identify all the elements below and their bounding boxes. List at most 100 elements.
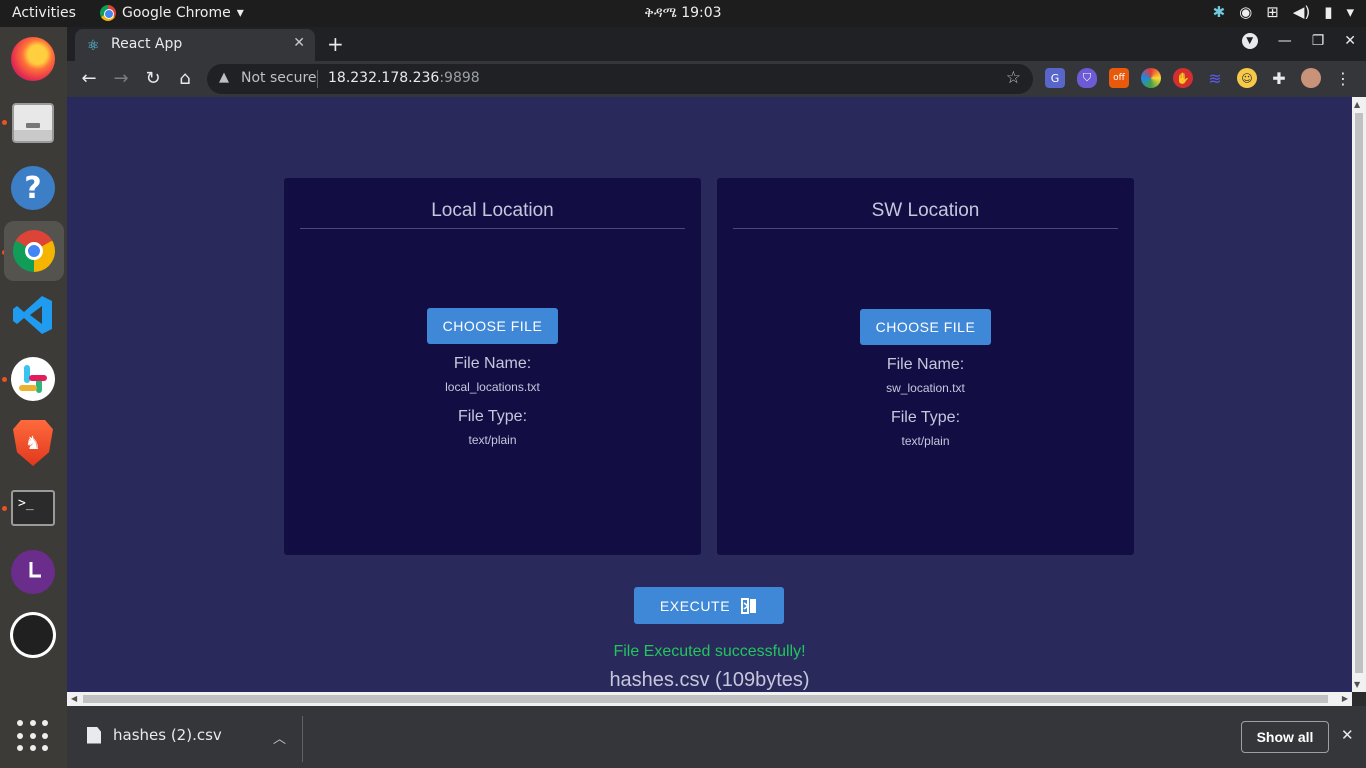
dock-chrome[interactable] — [4, 221, 64, 281]
system-tray[interactable]: ✱ ◉ ⊞ ◀) ▮ ▾ — [1213, 3, 1354, 21]
slack-tray-icon[interactable]: ✱ — [1213, 3, 1226, 21]
file-type-value: text/plain — [468, 433, 517, 447]
dock-firefox[interactable] — [9, 35, 57, 83]
execute-button[interactable]: EXECUTE — [634, 587, 784, 624]
scrollbar-thumb[interactable] — [83, 695, 1328, 703]
obs-tray-icon[interactable]: ◉ — [1239, 3, 1252, 21]
running-indicator — [2, 377, 7, 382]
dock: ? ♞ >_ — [0, 27, 67, 768]
result-file-info[interactable]: hashes.csv (109bytes) — [67, 669, 1352, 692]
file-name-value: sw_location.txt — [886, 381, 965, 395]
terminal-icon: >_ — [11, 490, 55, 526]
scrollbar-thumb[interactable] — [1355, 113, 1363, 673]
vscode-icon — [13, 296, 52, 334]
home-icon[interactable]: ⌂ — [174, 68, 196, 89]
menu-kebab-icon[interactable]: ⋮ — [1333, 68, 1353, 88]
battery-icon[interactable]: ▮ — [1324, 3, 1332, 21]
show-all-button[interactable]: Show all — [1241, 721, 1329, 753]
maximize-icon[interactable]: ❐ — [1312, 33, 1325, 49]
file-type-label: File Type: — [457, 408, 528, 425]
file-name-label: File Name: — [886, 356, 965, 373]
app-menu[interactable]: Google Chrome ▾ — [100, 5, 244, 21]
power-menu-icon[interactable]: ▾ — [1346, 3, 1354, 21]
tab-search-icon[interactable]: ▼ — [1241, 33, 1258, 49]
chrome-icon — [100, 5, 116, 21]
clock-app-icon — [11, 550, 55, 594]
show-applications-icon[interactable] — [17, 720, 49, 752]
brave-icon: ♞ — [13, 420, 53, 466]
new-tab-button[interactable]: + — [327, 32, 344, 56]
close-icon[interactable]: ✕ — [1341, 726, 1354, 744]
window-close-icon[interactable]: ✕ — [1344, 33, 1356, 49]
card-title: Local Location — [300, 200, 685, 229]
stop-extension-icon[interactable]: ✋ — [1173, 68, 1193, 88]
bookmark-star-icon[interactable]: ☆ — [1006, 68, 1021, 88]
activities-button[interactable]: Activities — [12, 5, 76, 21]
download-filename: hashes (2).csv — [113, 726, 222, 744]
dock-help[interactable]: ? — [9, 164, 57, 212]
emoji-extension-icon[interactable]: ☺ — [1237, 68, 1257, 88]
reload-icon[interactable]: ↻ — [142, 68, 164, 89]
profile-avatar[interactable] — [1301, 68, 1321, 88]
tab-close-icon[interactable]: ✕ — [293, 35, 305, 51]
obs-icon — [10, 612, 56, 658]
translate-extension-icon[interactable]: G — [1045, 68, 1065, 88]
dock-terminal[interactable]: >_ — [9, 484, 57, 532]
files-icon — [12, 103, 54, 143]
tab-react-app[interactable]: ⚛ React App ✕ — [75, 29, 315, 61]
chevron-up-icon[interactable]: ︿ — [273, 728, 286, 747]
page-content: Local Location CHOOSE FILE File Name: lo… — [67, 97, 1352, 692]
download-item[interactable]: hashes (2).csv — [87, 726, 222, 744]
file-name-label: File Name: — [453, 355, 532, 372]
scroll-down-icon[interactable]: ▼ — [1354, 680, 1360, 689]
horizontal-scrollbar[interactable]: ◀ ▶ — [67, 692, 1352, 706]
running-indicator — [2, 506, 7, 511]
network-icon[interactable]: ⊞ — [1266, 3, 1279, 21]
file-type-value: text/plain — [901, 434, 950, 448]
tab-title: React App — [111, 36, 183, 52]
card-title: SW Location — [733, 200, 1118, 229]
dock-brave[interactable]: ♞ — [9, 419, 57, 467]
forward-icon[interactable]: → — [110, 68, 132, 89]
security-label[interactable]: Not secure — [241, 70, 317, 86]
dock-timer[interactable] — [9, 548, 57, 596]
minimize-icon[interactable]: — — [1278, 33, 1292, 49]
layers-extension-icon[interactable]: ≋ — [1205, 68, 1225, 88]
dock-files[interactable] — [9, 99, 57, 147]
extensions-puzzle-icon[interactable]: ✚ — [1269, 68, 1289, 88]
dock-obs[interactable] — [9, 611, 57, 659]
react-favicon-icon: ⚛ — [87, 38, 100, 54]
execute-button-label: EXECUTE — [659, 597, 731, 614]
dock-vscode[interactable] — [9, 291, 57, 339]
download-shelf: hashes (2).csv ︿ Show all ✕ — [67, 706, 1366, 768]
back-icon[interactable]: ← — [78, 68, 100, 89]
system-top-bar: Activities Google Chrome ▾ ቅዳሜ 19:03 ✱ ◉… — [0, 0, 1366, 27]
off-extension-icon[interactable]: off — [1109, 68, 1129, 88]
dock-slack[interactable] — [9, 355, 57, 403]
choose-file-button-local[interactable]: CHOOSE FILE — [427, 308, 558, 344]
address-bar[interactable]: ▲ Not secure 18.232.178.236:9898 ☆ — [207, 64, 1033, 94]
chevron-down-icon: ▾ — [236, 5, 244, 21]
compare-icon — [741, 597, 757, 614]
choose-file-button-sw[interactable]: CHOOSE FILE — [860, 309, 991, 345]
scroll-up-icon[interactable]: ▲ — [1354, 100, 1360, 109]
vertical-scrollbar[interactable]: ▲ ▼ — [1352, 97, 1366, 692]
sw-location-card: SW Location CHOOSE FILE File Name: sw_lo… — [717, 178, 1134, 555]
running-indicator — [2, 120, 7, 125]
divider — [302, 716, 303, 762]
volume-icon[interactable]: ◀) — [1293, 3, 1310, 21]
color-extension-icon[interactable] — [1141, 68, 1161, 88]
browser-toolbar: ← → ↻ ⌂ ▲ Not secure 18.232.178.236:9898… — [67, 61, 1366, 97]
shield-extension-icon[interactable]: ⛉ — [1077, 68, 1097, 88]
url-text[interactable]: 18.232.178.236:9898 — [328, 70, 480, 86]
divider — [317, 70, 318, 88]
tab-strip: ⚛ React App ✕ + ▼ — ❐ ✕ — [67, 27, 1366, 61]
extensions-area: G ⛉ off ✋ ≋ ☺ ✚ ⋮ — [1045, 68, 1353, 88]
chrome-icon — [13, 230, 55, 272]
scroll-left-icon[interactable]: ◀ — [71, 694, 77, 703]
window-controls: ▼ — ❐ ✕ — [1241, 33, 1356, 49]
file-name-value: local_locations.txt — [445, 380, 540, 394]
warning-icon[interactable]: ▲ — [219, 70, 229, 85]
scroll-right-icon[interactable]: ▶ — [1342, 694, 1348, 703]
help-icon: ? — [11, 166, 55, 210]
